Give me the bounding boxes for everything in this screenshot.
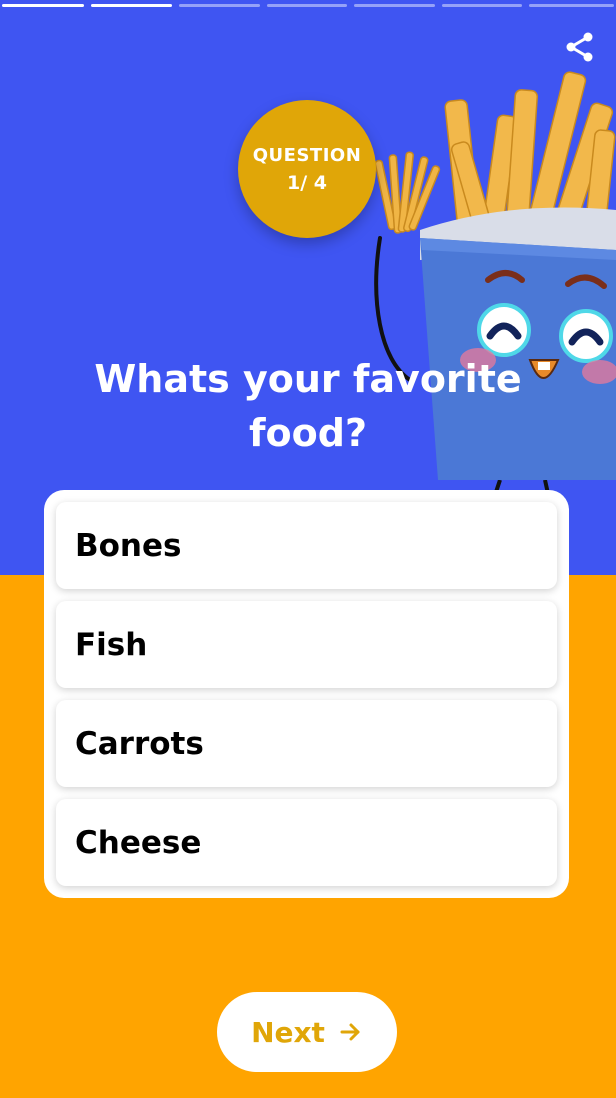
- progress-bar: [0, 4, 616, 8]
- progress-segment-4: [267, 4, 347, 7]
- answer-option-label: Carrots: [75, 725, 204, 762]
- question-counter-badge: QUESTION 1/ 4: [238, 100, 376, 238]
- question-label: QUESTION: [252, 144, 362, 166]
- progress-segment-6: [442, 4, 522, 7]
- next-button[interactable]: Next: [217, 992, 397, 1072]
- answer-option-carrots[interactable]: Carrots: [56, 700, 557, 787]
- answer-option-cheese[interactable]: Cheese: [56, 799, 557, 886]
- question-number: 1/ 4: [287, 171, 327, 194]
- answers-card: Bones Fish Carrots Cheese: [44, 490, 569, 898]
- arrow-right-icon: [340, 1023, 360, 1041]
- answer-option-label: Bones: [75, 527, 182, 564]
- progress-segment-7: [529, 4, 614, 7]
- answer-option-bones[interactable]: Bones: [56, 502, 557, 589]
- answer-option-fish[interactable]: Fish: [56, 601, 557, 688]
- answer-option-label: Fish: [75, 626, 148, 663]
- answer-option-label: Cheese: [75, 824, 202, 861]
- progress-segment-1: [2, 4, 84, 7]
- progress-segment-2: [91, 4, 172, 7]
- share-icon: [566, 32, 593, 62]
- question-title: Whats your favorite food?: [94, 357, 522, 455]
- share-button[interactable]: [563, 30, 597, 64]
- next-button-label: Next: [251, 1015, 325, 1049]
- progress-segment-3: [179, 4, 260, 7]
- progress-segment-5: [354, 4, 435, 7]
